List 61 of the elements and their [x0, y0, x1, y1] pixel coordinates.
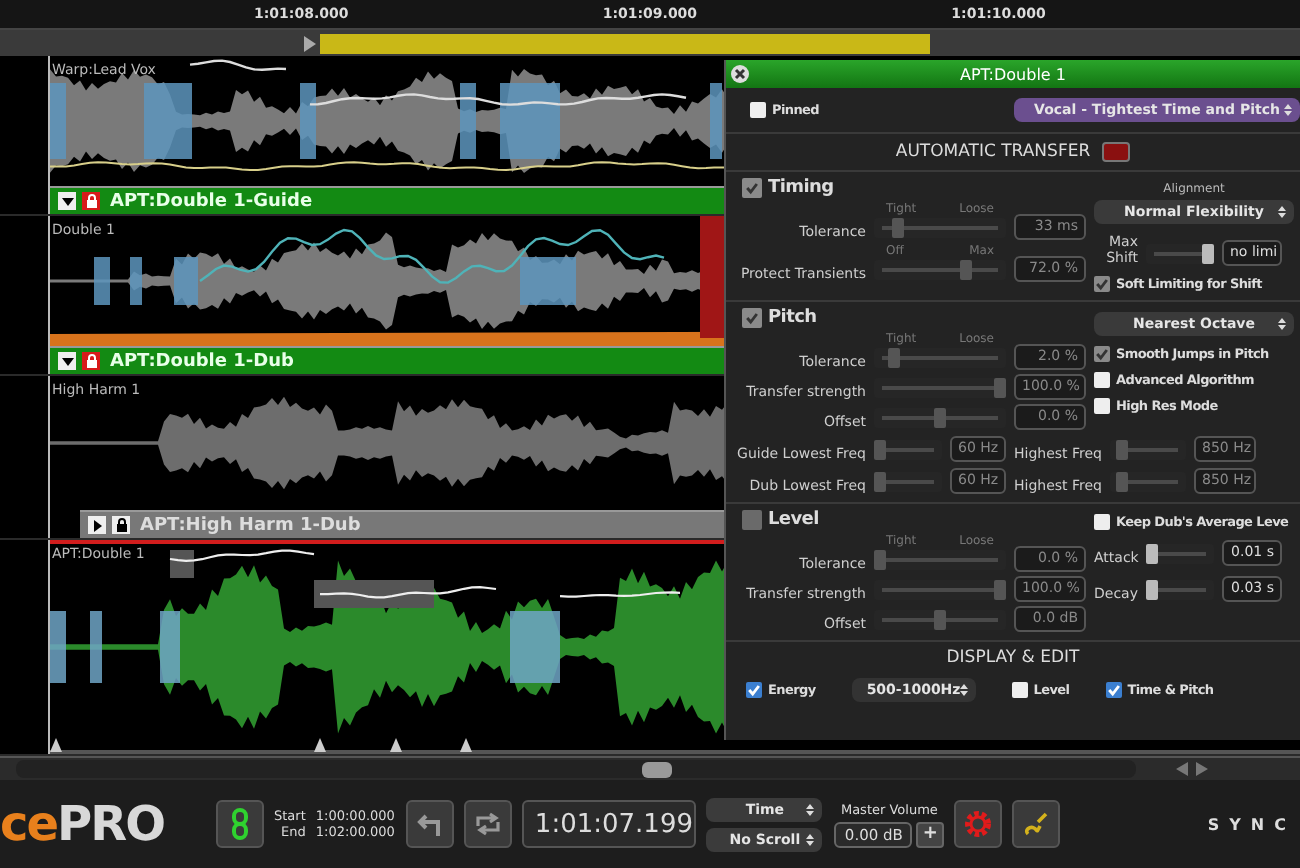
- checkbox-label: Level: [768, 510, 819, 530]
- slider-thumb[interactable]: [960, 260, 973, 280]
- sync-label: SYNC: [1207, 815, 1296, 833]
- record-button[interactable]: [1102, 142, 1131, 162]
- updown-arrows-icon: [959, 684, 968, 696]
- loop-arrows-icon: [472, 808, 505, 840]
- checkbox[interactable]: [742, 308, 762, 328]
- updown-arrows-icon: [1278, 206, 1286, 218]
- region-label: APT:Double 1-Dub: [110, 351, 294, 371]
- checkbox[interactable]: [1094, 346, 1110, 362]
- slider-thumb[interactable]: [874, 550, 886, 570]
- checkbox[interactable]: [1094, 398, 1110, 414]
- updown-arrows-icon: [1278, 318, 1286, 330]
- slider-thumb[interactable]: [1116, 472, 1129, 492]
- expand-triangle-icon[interactable]: [88, 516, 106, 534]
- slider-thumb[interactable]: [1146, 580, 1158, 600]
- updown-arrows-icon: [806, 833, 815, 845]
- region-label: APT:High Harm 1-Dub: [140, 515, 361, 535]
- cable-icon: [1019, 808, 1052, 840]
- scroll-arrows-icon[interactable]: [1176, 762, 1208, 776]
- slider-thumb[interactable]: [1146, 544, 1158, 564]
- checkbox[interactable]: [1094, 276, 1110, 292]
- cable-button[interactable]: [1011, 800, 1060, 848]
- plus-button[interactable]: +: [916, 821, 944, 847]
- scrollbar-thumb[interactable]: [642, 761, 672, 777]
- slider-thumb[interactable]: [874, 440, 886, 460]
- checkbox[interactable]: [742, 510, 762, 530]
- undo-button[interactable]: [406, 800, 455, 848]
- horizontal-scrollbar[interactable]: [16, 760, 1136, 778]
- slider-thumb[interactable]: [874, 472, 886, 492]
- padlock-icon[interactable]: [112, 516, 130, 534]
- checkbox-label: Pitch: [768, 308, 817, 328]
- checkbox[interactable]: [1094, 514, 1110, 530]
- checkbox[interactable]: [1011, 682, 1028, 698]
- checkbox[interactable]: [1094, 372, 1110, 388]
- section-heading: DISPLAY & EDIT: [946, 648, 1080, 668]
- loop-range-bar[interactable]: [320, 33, 930, 53]
- section-heading: AUTOMATIC TRANSFER: [895, 142, 1091, 162]
- loop-button[interactable]: [464, 800, 513, 848]
- collapse-triangle-icon[interactable]: [58, 352, 76, 370]
- logo-text: cePRO: [0, 796, 166, 852]
- updown-arrows-icon: [806, 803, 815, 815]
- slider-thumb[interactable]: [1116, 440, 1129, 460]
- slider-thumb[interactable]: [994, 580, 1006, 600]
- slider-thumb[interactable]: [892, 218, 904, 238]
- time-display: 1:01:07.199: [522, 800, 697, 848]
- panel-title: APT:Double 1: [960, 65, 1066, 83]
- slider-thumb[interactable]: [888, 348, 901, 368]
- slider-thumb[interactable]: [994, 378, 1006, 398]
- checkbox[interactable]: [742, 178, 762, 198]
- slider-thumb[interactable]: [934, 610, 946, 630]
- updown-arrows-icon: [1284, 104, 1292, 116]
- region-label: APT:Double 1-Guide: [110, 191, 313, 211]
- checkbox[interactable]: [750, 102, 766, 118]
- link-button[interactable]: [216, 800, 264, 848]
- collapse-triangle-icon[interactable]: [58, 192, 76, 210]
- settings-button[interactable]: [953, 800, 1002, 848]
- gear-icon: [961, 808, 994, 840]
- slider-thumb[interactable]: [1202, 244, 1214, 264]
- close-icon[interactable]: [730, 64, 750, 84]
- slider-thumb[interactable]: [934, 408, 946, 428]
